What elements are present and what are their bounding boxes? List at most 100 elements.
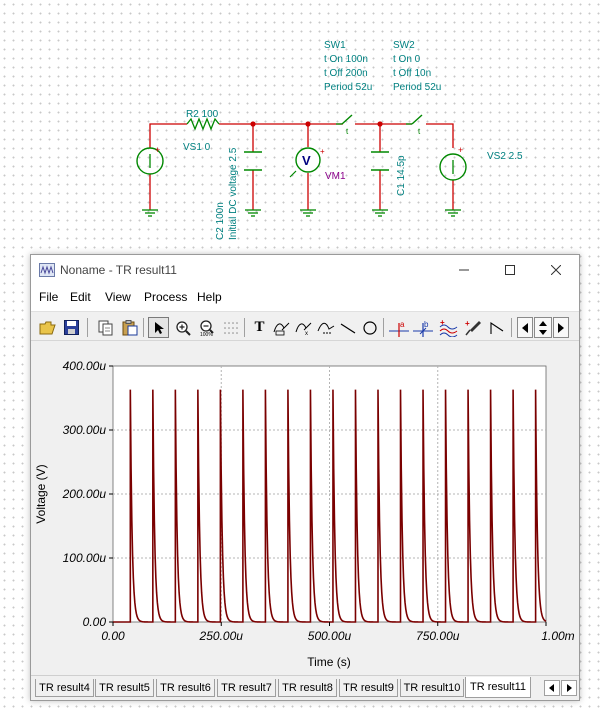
tab-tr-result8[interactable]: TR result8 <box>278 679 337 697</box>
vs1-plus: + <box>155 145 160 155</box>
y-tick-label: 400.00u <box>63 359 107 373</box>
probe-plus: + <box>465 319 470 328</box>
close-icon <box>551 265 561 275</box>
ground-symbols <box>142 209 461 217</box>
sw1-param-line: t On 100n <box>324 54 368 65</box>
zoom-100-icon: 100% <box>200 319 214 337</box>
vs1-label: VS1 0 <box>183 142 211 153</box>
tr-result-window: Noname - TR result11 File Edit View Proc… <box>30 254 580 701</box>
cursor-a-icon: a <box>388 320 409 337</box>
x-tick-label: 500.00u <box>308 629 352 643</box>
vm1-plus: + <box>320 147 325 156</box>
pointer-arrow-icon <box>154 321 164 334</box>
tab-tr-result5[interactable]: TR result5 <box>95 679 154 697</box>
cursor-a-button[interactable]: a <box>388 317 409 338</box>
c2-ic-label: Initial DC voltage 2.5 <box>228 147 239 240</box>
x-tick-label: 750.00u <box>416 629 460 643</box>
tabs-scroll-right-button[interactable] <box>561 680 577 696</box>
tab-tr-result6[interactable]: TR result6 <box>156 679 215 697</box>
cursor-b-button[interactable]: b <box>412 317 433 338</box>
menu-file[interactable]: File <box>39 290 58 304</box>
sw1-param-line: t Off 200n <box>324 68 368 79</box>
schematic-diagram: + V + t t + R2 100 VS1 0 C2 100n Initial… <box>136 40 523 240</box>
probe-button[interactable]: + <box>462 317 483 338</box>
line-tool-button[interactable] <box>337 317 358 338</box>
tab-tr-result4[interactable]: TR result4 <box>35 679 94 697</box>
toolbar-updown-button[interactable] <box>534 317 552 338</box>
c1-label: C1 14.5p <box>396 155 407 196</box>
minimize-button[interactable] <box>441 255 487 285</box>
tabs-left-arrow-icon <box>549 684 554 692</box>
paste-clipboard-icon <box>122 319 137 335</box>
capacitor-c1[interactable] <box>371 151 389 171</box>
toolbar-scroll-left-button[interactable] <box>517 317 533 338</box>
menu-help[interactable]: Help <box>197 290 222 304</box>
curve-marker-button[interactable]: x <box>293 317 314 338</box>
sw2-t-marker: t <box>418 127 421 136</box>
ellipse-tool-button[interactable] <box>359 317 380 338</box>
tabs-right-arrow-icon <box>567 684 572 692</box>
menu-process[interactable]: Process <box>144 290 187 304</box>
tab-tr-result10[interactable]: TR result10 <box>400 679 464 697</box>
maximize-button[interactable] <box>487 255 533 285</box>
waveforms-icon: + <box>439 319 457 337</box>
y-tick-label: 200.00u <box>62 487 107 501</box>
resistor-r2[interactable] <box>186 117 220 131</box>
y-tick-label: 300.00u <box>63 423 107 437</box>
save-button[interactable] <box>61 317 82 338</box>
switch-sw2[interactable]: t <box>406 114 423 136</box>
ellipse-icon <box>362 320 377 335</box>
capacitor-c2[interactable] <box>244 151 262 171</box>
title-bar[interactable]: Noname - TR result11 <box>31 255 579 285</box>
voltage-source-vs2[interactable]: + <box>439 145 467 181</box>
text-tool-button[interactable]: T <box>249 317 270 338</box>
paste-button[interactable] <box>119 317 140 338</box>
close-button[interactable] <box>533 255 579 285</box>
toolbar-separator <box>244 318 245 337</box>
y-tick-label: 0.00 <box>83 615 107 629</box>
step-curve-button[interactable] <box>486 317 507 338</box>
curve-label-button[interactable] <box>271 317 292 338</box>
copy-icon <box>98 320 112 335</box>
switch-sw1[interactable]: t <box>336 114 353 136</box>
x-tick-label: 250.00u <box>199 629 244 643</box>
voltage-source-vs1[interactable]: + <box>136 145 164 175</box>
curve-info-icon <box>317 322 334 333</box>
curve-label-icon <box>273 322 289 335</box>
maximize-icon <box>505 265 515 275</box>
menu-view[interactable]: View <box>105 290 131 304</box>
tabs-scroll-left-button[interactable] <box>544 680 560 696</box>
menu-bar: File Edit View Process Help <box>31 285 579 309</box>
waveforms-button[interactable]: + <box>438 317 459 338</box>
transient-chart[interactable]: 0.00 100.00u 200.00u 300.00u 400.00u 0.00 250… <box>31 341 579 675</box>
zoom-in-button[interactable] <box>172 317 193 338</box>
result-tab-bar: TR result4 TR result5 TR result6 TR resu… <box>31 675 579 700</box>
toolbar-scroll-right-button[interactable] <box>553 317 569 338</box>
x-axis-ticks: 0.00 250.00u 500.00u 750.00u 1.00m <box>101 622 575 643</box>
r2-label: R2 100 <box>186 109 219 120</box>
triangle-right-icon <box>558 322 564 333</box>
cursor-b-letter: b <box>424 320 429 329</box>
step-curve-icon <box>489 321 503 334</box>
text-tool-icon: T <box>254 319 265 335</box>
menu-edit[interactable]: Edit <box>70 290 91 304</box>
sw1-params: SW1 t On 100n t Off 200n Period 52u <box>324 40 372 93</box>
open-button[interactable] <box>37 317 58 338</box>
svg-text:x: x <box>305 331 308 336</box>
curve-info-button[interactable] <box>315 317 336 338</box>
toolbar-separator <box>87 318 88 337</box>
tab-tr-result9[interactable]: TR result9 <box>339 679 398 697</box>
copy-button[interactable] <box>95 317 116 338</box>
sw2-params: SW2 t On 0 t Off 10n Period 52u <box>393 40 441 93</box>
select-pointer-button[interactable] <box>148 317 169 338</box>
voltmeter-vm1[interactable]: V + <box>289 147 325 178</box>
tab-tr-result7[interactable]: TR result7 <box>217 679 276 697</box>
tab-tr-result11[interactable]: TR result11 <box>465 677 531 698</box>
toolbar: 100% T x a b + + <box>31 311 579 341</box>
x-tick-label: 1.00m <box>541 629 574 643</box>
x-tick-label: 0.00 <box>101 629 125 643</box>
plot-pane[interactable]: 0.00 100.00u 200.00u 300.00u 400.00u 0.00 250… <box>31 341 579 675</box>
grid-button[interactable] <box>220 317 241 338</box>
zoom-100-button[interactable]: 100% <box>196 317 217 338</box>
toolbar-separator <box>143 318 144 337</box>
